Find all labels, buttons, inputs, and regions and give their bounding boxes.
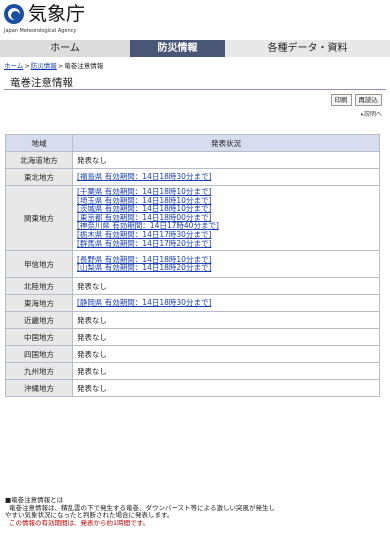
status-text: 発表なし xyxy=(77,332,107,342)
warning-table: 地域 発表状況 北海道地方 発表なし 東北地方 [福島県 有効期間：14日18時30分… xyxy=(5,134,380,398)
region-cell: 東海地方 xyxy=(5,294,73,313)
status-text: 発表なし xyxy=(77,366,107,376)
status-cell: [長野県 有効期間：14日18時10分まで] [山梨県 有効期間：14日18時20… xyxy=(72,250,380,279)
table-row: 東北地方 [福島県 有効期間：14日18時30分まで] xyxy=(5,168,380,186)
region-cell: 四国地方 xyxy=(5,345,73,364)
print-button[interactable]: 印刷 xyxy=(330,94,352,106)
warning-link[interactable]: [群馬県 有効期間：14日17時20分まで] xyxy=(77,239,375,249)
warning-link[interactable]: [福島県 有効期間：14日18時30分まで] xyxy=(77,172,375,182)
explain-label: 説明へ xyxy=(363,111,382,118)
region-cell: 中国地方 xyxy=(5,328,73,347)
breadcrumb-disaster[interactable]: 防災情報 xyxy=(31,62,57,70)
status-cell: [静岡県 有効期間：14日18時30分まで] xyxy=(72,294,380,313)
status-cell: 発表なし xyxy=(72,277,380,296)
notes-validity: この情報の有効期間は、発表から約1時間です。 xyxy=(9,518,149,527)
region-cell: 九州地方 xyxy=(5,362,73,381)
status-cell: [千葉県 有効期間：14日18時10分まで] [埼玉県 有効期間：14日18時10… xyxy=(72,184,380,252)
table-row: 沖縄地方 発表なし xyxy=(5,379,380,398)
nav-home[interactable]: ホーム xyxy=(0,40,130,57)
region-cell: 北陸地方 xyxy=(5,277,73,296)
breadcrumb-current: 竜巻注意情報 xyxy=(64,62,104,70)
warning-link[interactable]: [山梨県 有効期間：14日18時20分まで] xyxy=(77,264,375,273)
jma-logo-icon xyxy=(4,4,24,24)
region-cell: 甲信地方 xyxy=(5,250,73,279)
table-row: 近畿地方 発表なし xyxy=(5,311,380,330)
status-cell: 発表なし xyxy=(72,311,380,330)
explain-link[interactable]: ▸説明へ xyxy=(0,106,390,118)
site-header: 気象庁 Japan Meteorological Agency xyxy=(0,0,390,38)
logo-text: 気象庁 xyxy=(28,3,86,25)
table-row: 九州地方 発表なし xyxy=(5,362,380,381)
logo-subtitle: Japan Meteorological Agency xyxy=(4,28,77,34)
jma-logo[interactable]: 気象庁 xyxy=(4,4,85,24)
table-row: 関東地方 [千葉県 有効期間：14日18時10分まで] [埼玉県 有効期間：14日1… xyxy=(5,184,380,252)
main-nav: ホーム 防災情報 各種データ・資料 xyxy=(0,40,390,57)
page-tools: 印刷 再読込 xyxy=(0,90,390,106)
breadcrumb-home[interactable]: ホーム xyxy=(4,62,23,70)
status-cell: 発表なし xyxy=(72,362,380,381)
table-row: 北陸地方 発表なし xyxy=(5,277,380,296)
region-cell: 近畿地方 xyxy=(5,311,73,330)
status-cell: 発表なし xyxy=(72,151,380,169)
breadcrumb: ホーム>防災情報>竜巻注意情報 xyxy=(4,62,104,70)
nav-data-materials[interactable]: 各種データ・資料 xyxy=(225,40,390,57)
region-cell: 関東地方 xyxy=(5,184,73,252)
warning-link[interactable]: [静岡県 有効期間：14日18時30分まで] xyxy=(77,298,375,308)
status-cell: 発表なし xyxy=(72,379,380,398)
region-cell: 沖縄地方 xyxy=(5,379,73,398)
status-cell: 発表なし xyxy=(72,345,380,364)
region-cell: 北海道地方 xyxy=(5,151,73,169)
page-title: 竜巻注意情報 xyxy=(4,73,386,90)
status-text: 発表なし xyxy=(77,349,107,359)
status-text: 発表なし xyxy=(77,383,107,393)
table-row: 北海道地方 発表なし xyxy=(5,151,380,169)
table-row: 四国地方 発表なし xyxy=(5,345,380,364)
nav-disaster-info[interactable]: 防災情報 xyxy=(130,40,225,57)
table-row: 東海地方 [静岡県 有効期間：14日18時30分まで] xyxy=(5,294,380,313)
reload-button[interactable]: 再読込 xyxy=(354,94,382,106)
status-cell: 発表なし xyxy=(72,328,380,347)
table-row: 甲信地方 [長野県 有効期間：14日18時10分まで] [山梨県 有効期間：14日1… xyxy=(5,250,380,279)
status-text: 発表なし xyxy=(77,281,107,291)
col-region-header: 地域 xyxy=(5,134,73,152)
notes-section: ■竜巻注意情報とは 竜巻注意情報は、積乱雲の下で発生する竜巻、ダウンバースト等に… xyxy=(5,496,385,527)
table-row: 中国地方 発表なし xyxy=(5,328,380,347)
status-text: 発表なし xyxy=(77,155,107,165)
col-status-header: 発表状況 xyxy=(72,134,380,152)
region-cell: 東北地方 xyxy=(5,168,73,186)
status-cell: [福島県 有効期間：14日18時30分まで] xyxy=(72,168,380,186)
status-text: 発表なし xyxy=(77,315,107,325)
